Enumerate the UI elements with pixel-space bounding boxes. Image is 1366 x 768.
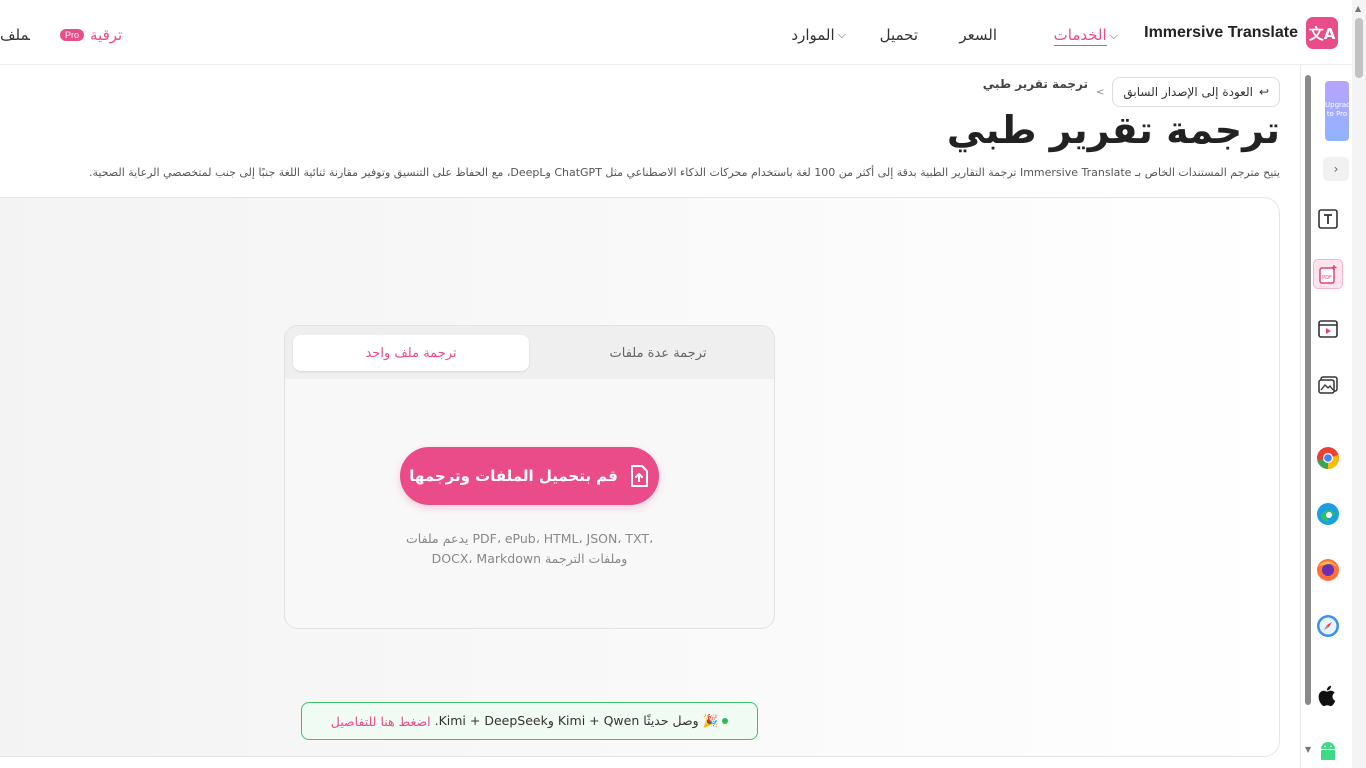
breadcrumb-separator: >	[1096, 86, 1105, 98]
upload-file-icon	[630, 465, 648, 487]
upload-and-translate-button[interactable]: قم بتحميل الملفات وترجمها	[400, 447, 659, 505]
nav-download-label: تحميل	[879, 26, 918, 44]
upload-tabs: ترجمة عدة ملفات ترجمة ملف واحد	[285, 326, 774, 379]
scroll-up-icon[interactable]: ▲	[1355, 4, 1361, 13]
firefox-icon[interactable]	[1315, 557, 1341, 583]
upgrade-button[interactable]: Pro ترقية	[60, 26, 122, 44]
page-scrollbar[interactable]: ▲	[1352, 0, 1366, 768]
back-to-previous-version-button[interactable]: ↩ العودة إلى الإصدار السابق	[1112, 77, 1280, 107]
nav-files-link[interactable]: الملف	[0, 26, 30, 44]
brand-name: Immersive Translate	[1144, 24, 1298, 41]
chevron-down-icon: ⌵	[837, 28, 846, 41]
upgrade-promo-banner[interactable]: Upgrade to Pro	[1325, 81, 1349, 141]
news-text: 🎉 وصل حديثًا Kimi + Qwen وKimi + DeepSee…	[434, 713, 719, 728]
text-translate-icon[interactable]	[1315, 206, 1341, 232]
back-arrow-icon: ↩	[1258, 85, 1269, 99]
supported-formats-line1: يدعم ملفات PDF، ePub، HTML، JSON، TXT،	[406, 531, 653, 546]
nav-pricing[interactable]: السعر	[959, 26, 997, 44]
svg-text:PDF: PDF	[1322, 275, 1332, 281]
upgrade-label: ترقية	[90, 26, 123, 44]
chevron-right-icon: ›	[1333, 162, 1339, 176]
supported-formats-line2: DOCX، Markdown وملفات الترجمة	[431, 551, 628, 566]
tab-single-file[interactable]: ترجمة ملف واحد	[293, 335, 529, 371]
brand-logo-icon: 文A	[1306, 17, 1338, 49]
image-icon[interactable]	[1315, 372, 1341, 398]
nav-download[interactable]: تحميل	[880, 26, 918, 44]
breadcrumb-current: ترجمة تقرير طبي	[982, 77, 1088, 91]
video-icon[interactable]	[1315, 316, 1341, 342]
sidebar-scrollbar[interactable]	[1305, 75, 1311, 705]
upload-button-label: قم بتحميل الملفات وترجمها	[409, 467, 618, 485]
nav-pricing-label: السعر	[959, 26, 997, 44]
tab-single-file-label: ترجمة ملف واحد	[365, 345, 457, 361]
upload-card: ترجمة عدة ملفات ترجمة ملف واحد قم بتحميل…	[284, 325, 775, 629]
page-title: ترجمة تقرير طبي	[946, 108, 1280, 152]
nav-resources[interactable]: الموارد ⌵	[791, 26, 846, 44]
nav-files-label: الملف	[0, 26, 30, 44]
safari-icon[interactable]	[1315, 613, 1341, 639]
pro-badge: Pro	[60, 29, 85, 41]
page-scrollbar-thumb[interactable]	[1355, 18, 1363, 78]
chrome-icon[interactable]	[1315, 445, 1341, 471]
news-banner: 🎉 وصل حديثًا Kimi + Qwen وKimi + DeepSee…	[301, 702, 758, 740]
sidebar-scroll-down-icon[interactable]: ▼	[1305, 745, 1311, 754]
page-description: يتيح مترجم المستندات الخاص بـ Immersive …	[88, 166, 1280, 179]
edge-icon[interactable]	[1315, 501, 1341, 527]
tab-multiple-files[interactable]: ترجمة عدة ملفات	[540, 335, 774, 371]
extension-sidebar: Upgrade to Pro › PDF ▼	[1300, 65, 1352, 768]
supported-formats: يدعم ملفات PDF، ePub، HTML، JSON، TXT، D…	[285, 529, 774, 569]
nav-services[interactable]: الخدمات ⌵	[1053, 26, 1118, 46]
brand[interactable]: Immersive Translate 文A	[1144, 17, 1338, 49]
collapse-sidebar-button[interactable]: ›	[1323, 157, 1349, 181]
nav-services-label: الخدمات	[1053, 26, 1107, 46]
back-label: العودة إلى الإصدار السابق	[1123, 85, 1253, 99]
chevron-down-icon: ⌵	[1109, 29, 1118, 42]
android-icon[interactable]	[1315, 737, 1341, 763]
nav-resources-label: الموارد	[791, 26, 835, 44]
status-dot-icon	[722, 718, 729, 724]
news-details-link[interactable]: اضغط هنا للتفاصيل	[331, 714, 431, 729]
pdf-translate-icon[interactable]: PDF	[1313, 259, 1343, 289]
breadcrumb: ↩ العودة إلى الإصدار السابق > ترجمة تقري…	[983, 77, 1280, 107]
top-navigation: Immersive Translate 文A الخدمات ⌵ السعر ت…	[0, 4, 1352, 65]
tab-multiple-files-label: ترجمة عدة ملفات	[609, 345, 707, 361]
apple-icon[interactable]	[1315, 683, 1341, 709]
